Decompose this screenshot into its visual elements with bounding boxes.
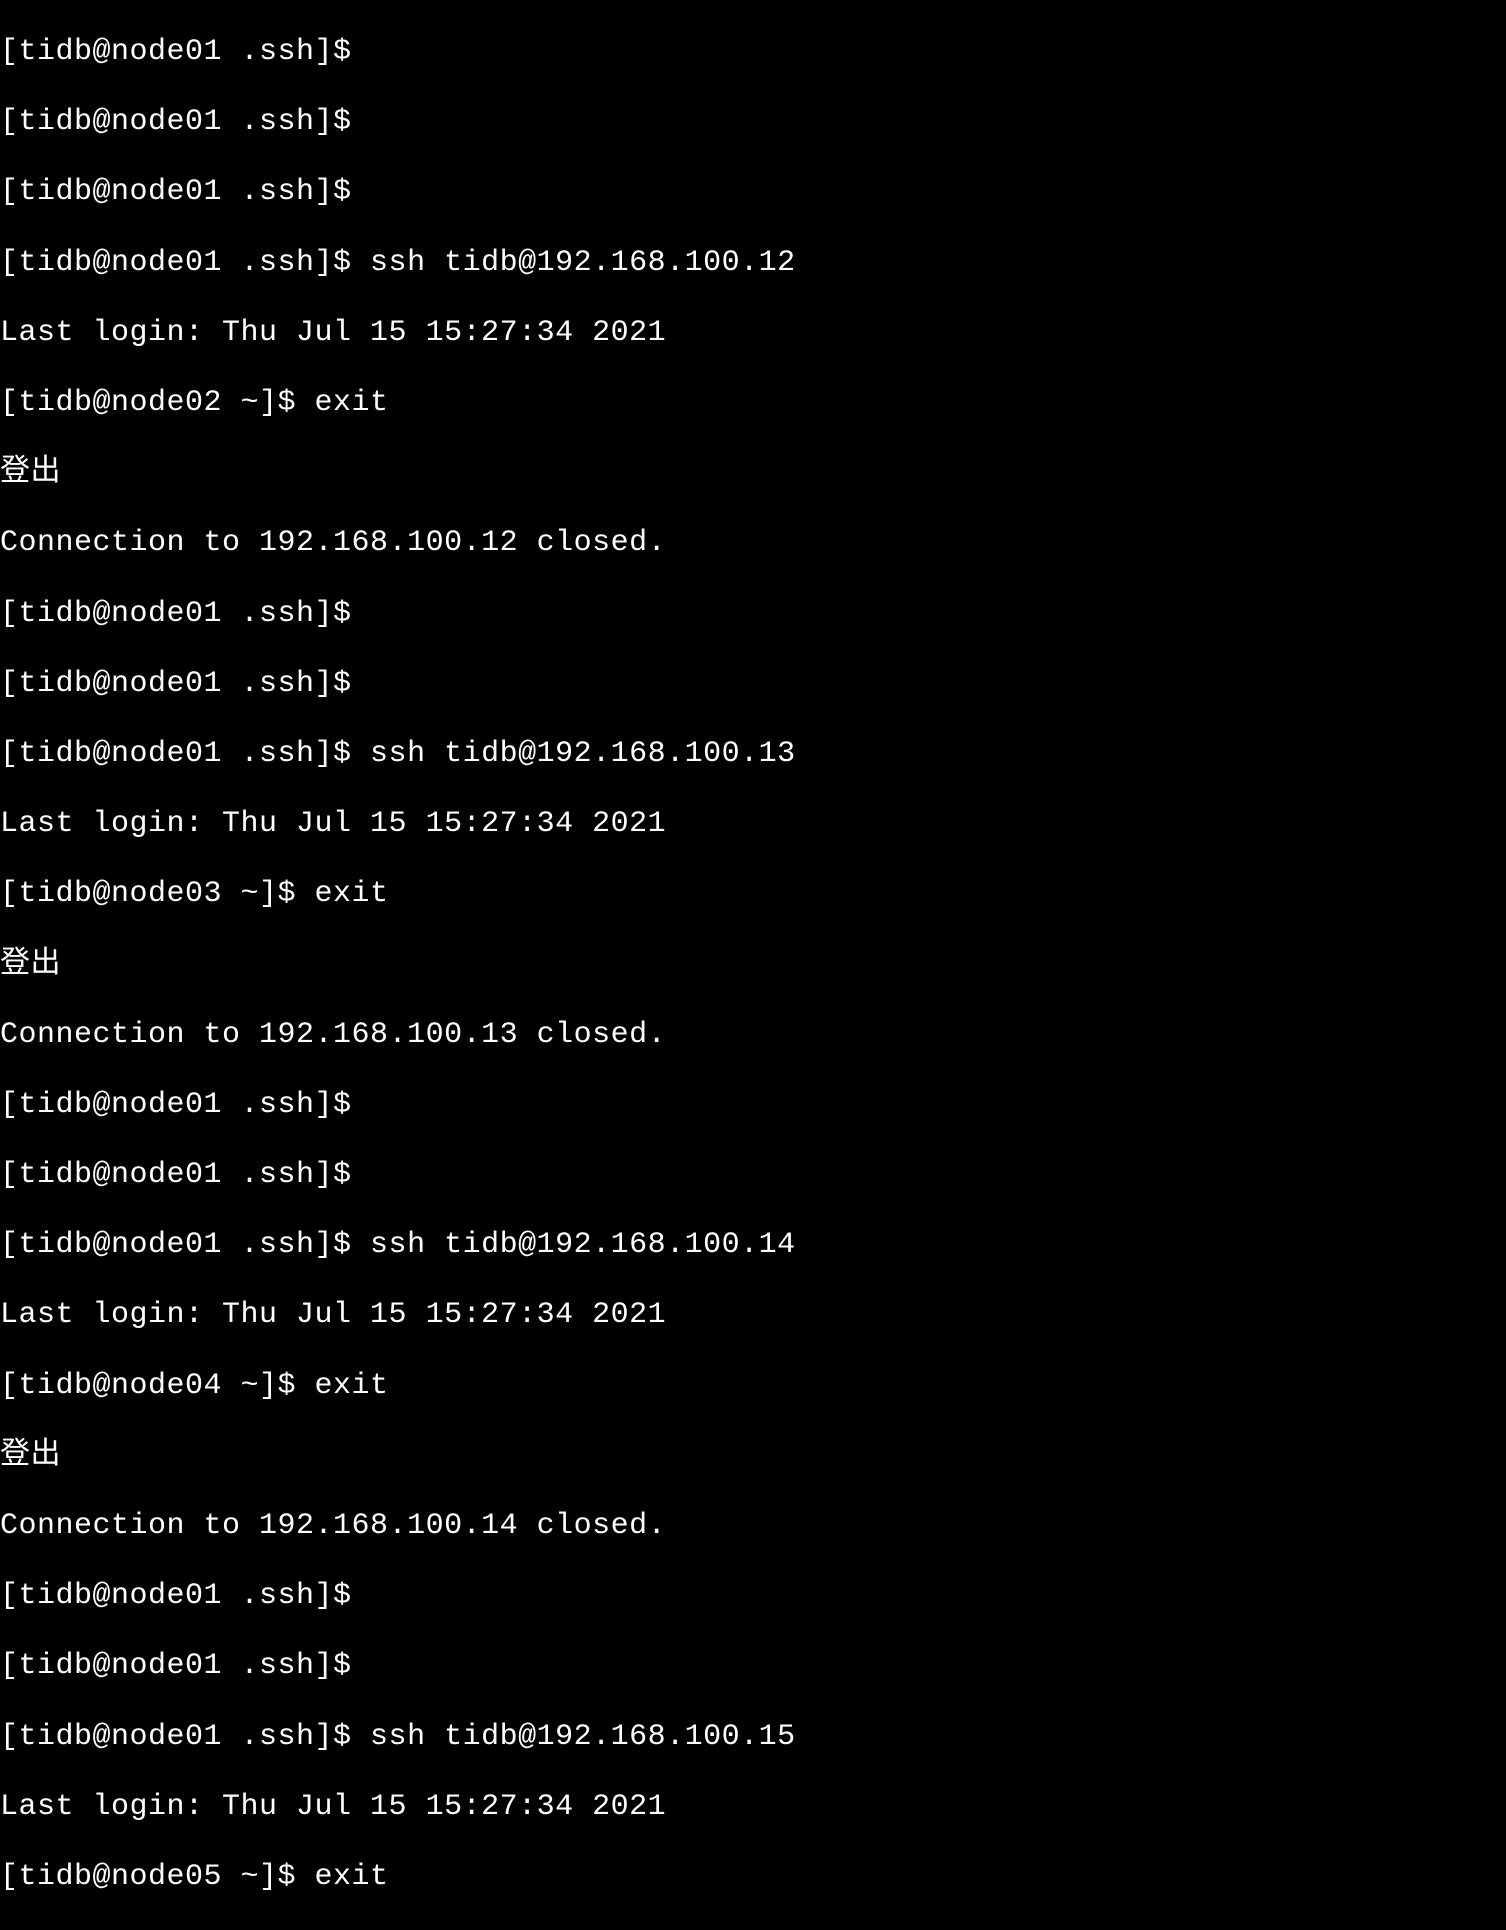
terminal-line: Connection to 192.168.100.12 closed.	[0, 526, 1506, 561]
terminal-line: [tidb@node01 .ssh]$	[0, 1158, 1506, 1193]
terminal-line: Last login: Thu Jul 15 15:27:34 2021	[0, 1790, 1506, 1825]
terminal-line: 登出	[0, 1439, 1506, 1474]
terminal-line: Last login: Thu Jul 15 15:27:34 2021	[0, 1298, 1506, 1333]
terminal-line: [tidb@node01 .ssh]$	[0, 667, 1506, 702]
terminal-line: [tidb@node01 .ssh]$	[0, 35, 1506, 70]
terminal-line: Last login: Thu Jul 15 15:27:34 2021	[0, 807, 1506, 842]
terminal-line: [tidb@node01 .ssh]$ ssh tidb@192.168.100…	[0, 737, 1506, 772]
terminal-line: [tidb@node01 .ssh]$ ssh tidb@192.168.100…	[0, 246, 1506, 281]
terminal-line: [tidb@node03 ~]$ exit	[0, 877, 1506, 912]
terminal-line: 登出	[0, 948, 1506, 983]
terminal-line: Connection to 192.168.100.14 closed.	[0, 1509, 1506, 1544]
terminal-line: [tidb@node01 .ssh]$	[0, 1649, 1506, 1684]
terminal-line: [tidb@node02 ~]$ exit	[0, 386, 1506, 421]
terminal-line: Connection to 192.168.100.13 closed.	[0, 1018, 1506, 1053]
terminal-line: Last login: Thu Jul 15 15:27:34 2021	[0, 316, 1506, 351]
terminal-line: [tidb@node01 .ssh]$	[0, 597, 1506, 632]
terminal-line: [tidb@node05 ~]$ exit	[0, 1860, 1506, 1895]
terminal-line: [tidb@node01 .ssh]$	[0, 175, 1506, 210]
terminal-line: [tidb@node01 .ssh]$	[0, 1579, 1506, 1614]
terminal-line: 登出	[0, 456, 1506, 491]
terminal-line: [tidb@node01 .ssh]$ ssh tidb@192.168.100…	[0, 1720, 1506, 1755]
terminal-line: [tidb@node04 ~]$ exit	[0, 1369, 1506, 1404]
terminal-line: [tidb@node01 .ssh]$ ssh tidb@192.168.100…	[0, 1228, 1506, 1263]
terminal-window[interactable]: [tidb@node01 .ssh]$ [tidb@node01 .ssh]$ …	[0, 0, 1506, 1930]
terminal-line: [tidb@node01 .ssh]$	[0, 105, 1506, 140]
terminal-line: [tidb@node01 .ssh]$	[0, 1088, 1506, 1123]
